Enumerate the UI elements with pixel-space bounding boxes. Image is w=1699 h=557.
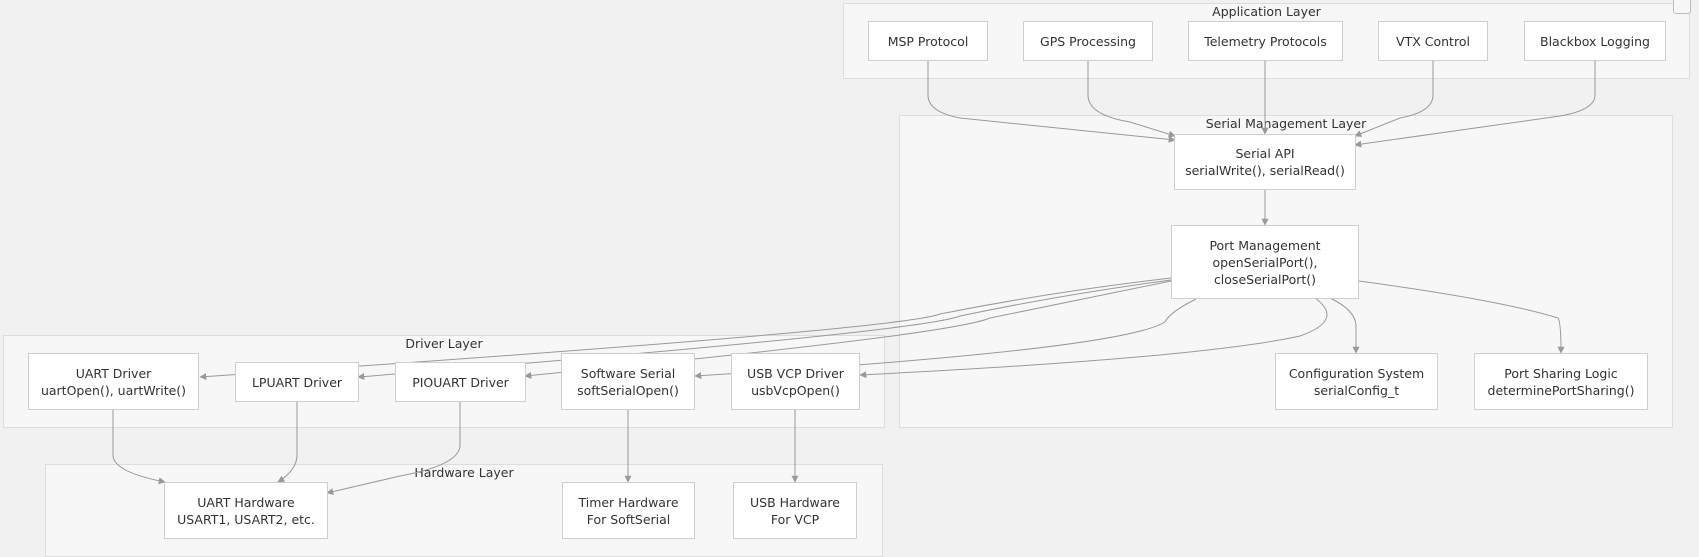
port-sharing-logic-node[interactable]: Port Sharing Logic determinePortSharing(… [1474, 353, 1648, 410]
serial-api-node[interactable]: Serial API serialWrite(), serialRead() [1174, 134, 1356, 190]
usb-vcp-driver-node[interactable]: USB VCP Driver usbVcpOpen() [731, 353, 860, 410]
hardware-layer-title: Hardware Layer [414, 465, 514, 480]
node-label: PIOUART Driver [412, 374, 509, 390]
node-sublabel: USART1, USART2, etc. [177, 511, 315, 527]
driver-layer-title: Driver Layer [405, 336, 483, 351]
node-label: Serial API [1235, 146, 1295, 161]
node-sublabel: serialWrite(), serialRead() [1185, 163, 1345, 178]
uart-hardware-node[interactable]: UART Hardware USART1, USART2, etc. [164, 482, 328, 539]
node-label: VTX Control [1396, 33, 1470, 49]
node-label: Configuration System [1288, 365, 1425, 381]
telemetry-protocols-node[interactable]: Telemetry Protocols [1188, 21, 1343, 61]
blackbox-logging-node[interactable]: Blackbox Logging [1524, 21, 1666, 61]
node-sublabel: uartOpen(), uartWrite() [40, 382, 187, 398]
software-serial-node[interactable]: Software Serial softSerialOpen() [561, 353, 695, 410]
node-label: Blackbox Logging [1540, 33, 1650, 49]
lpuart-driver-node[interactable]: LPUART Driver [235, 362, 359, 402]
port-management-node[interactable]: Port Management openSerialPort(), closeS… [1171, 225, 1359, 299]
msp-protocol-node[interactable]: MSP Protocol [868, 21, 988, 61]
node-label: Port Sharing Logic [1504, 365, 1618, 381]
corner-handle[interactable] [1673, 0, 1691, 14]
vtx-control-node[interactable]: VTX Control [1378, 21, 1488, 61]
node-sublabel: softSerialOpen() [577, 382, 679, 398]
serial-management-layer-title: Serial Management Layer [1205, 116, 1367, 131]
node-sublabel: openSerialPort(), [1212, 254, 1318, 270]
node-label: Software Serial [580, 365, 676, 381]
node-label: USB Hardware [750, 494, 840, 510]
node-sublabel: closeSerialPort() [1213, 271, 1317, 287]
timer-hardware-node[interactable]: Timer Hardware For SoftSerial [562, 482, 695, 539]
node-label: MSP Protocol [887, 33, 969, 49]
node-label: Telemetry Protocols [1204, 33, 1327, 49]
uart-driver-node[interactable]: UART Driver uartOpen(), uartWrite() [28, 353, 199, 410]
node-sublabel: determinePortSharing() [1487, 382, 1635, 398]
node-sublabel: For SoftSerial [586, 511, 671, 527]
node-label: USB VCP Driver [747, 365, 844, 381]
node-label: UART Hardware [197, 494, 295, 510]
usb-hardware-node[interactable]: USB Hardware For VCP [733, 482, 857, 539]
node-label: Port Management [1209, 237, 1321, 253]
node-label: LPUART Driver [251, 374, 343, 390]
node-sublabel: serialConfig_t [1313, 382, 1400, 398]
node-sublabel: usbVcpOpen() [751, 382, 840, 398]
node-label: GPS Processing [1040, 33, 1136, 49]
node-sublabel: For VCP [770, 511, 820, 527]
configuration-system-node[interactable]: Configuration System serialConfig_t [1275, 353, 1438, 410]
application-layer-title: Application Layer [1212, 4, 1321, 19]
gps-processing-node[interactable]: GPS Processing [1023, 21, 1153, 61]
node-label: UART Driver [75, 365, 152, 381]
piouart-driver-node[interactable]: PIOUART Driver [395, 362, 526, 402]
node-label: Timer Hardware [578, 494, 679, 510]
